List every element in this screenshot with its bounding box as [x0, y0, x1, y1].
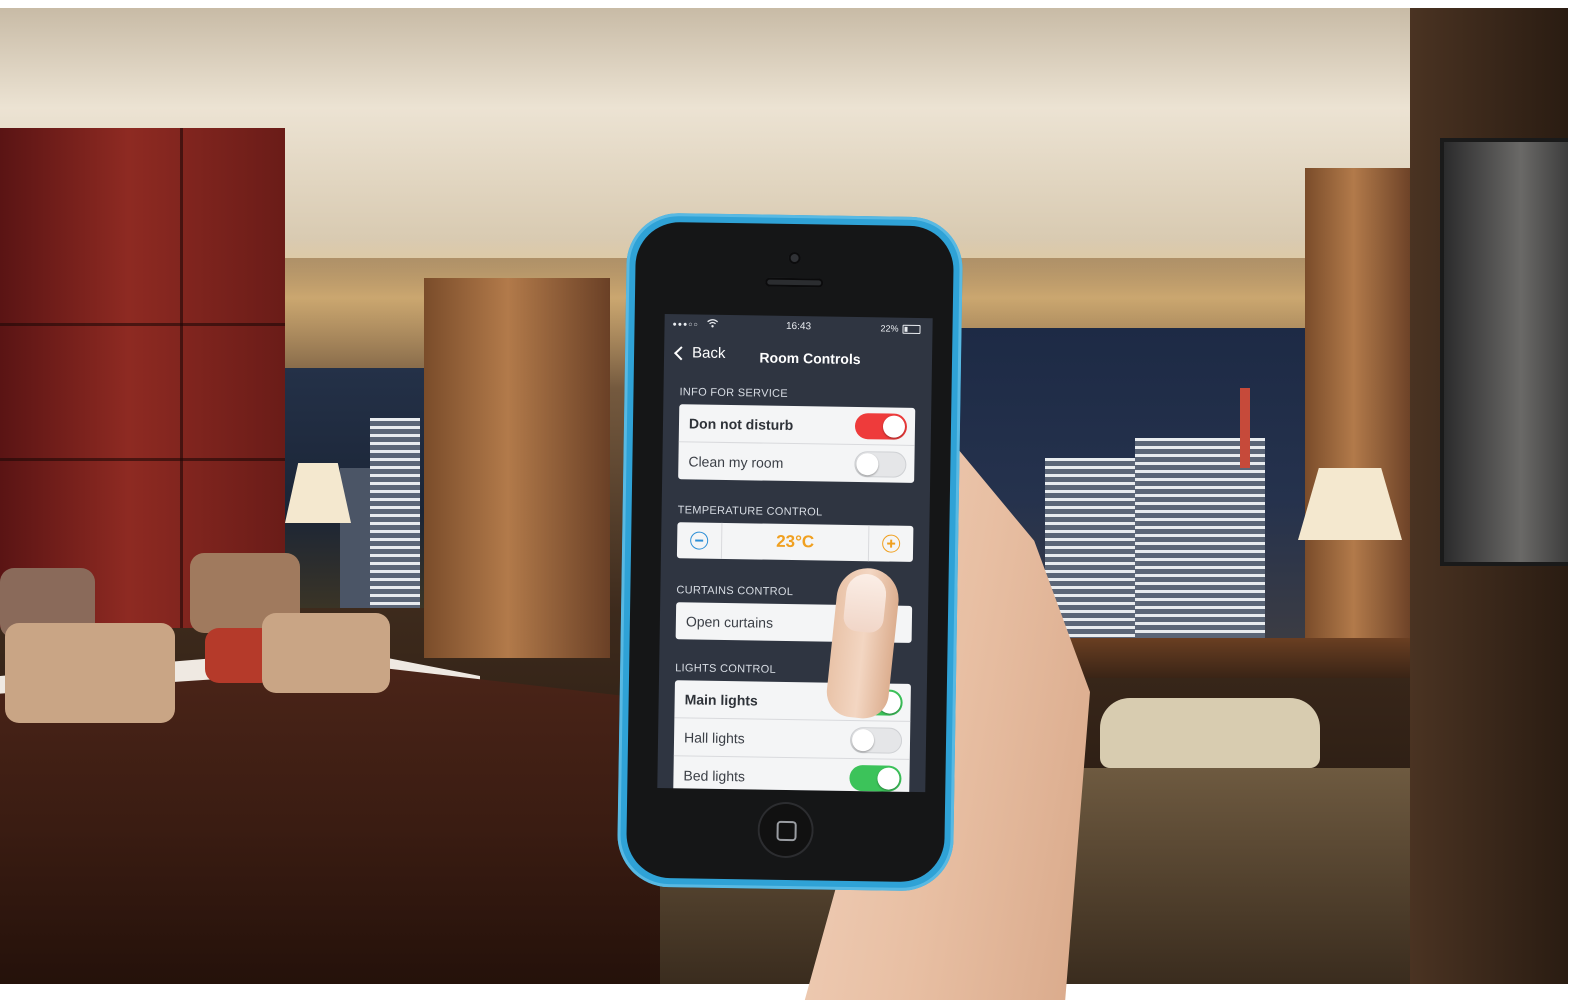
toggle-hall-lights[interactable] [849, 726, 903, 754]
pillow [262, 613, 390, 693]
phone: ●●●○○ 16:43 22% Back Room Controls INFO … [616, 212, 964, 892]
toggle-bed-lights[interactable] [849, 764, 902, 792]
wood-pillar-right [1305, 168, 1413, 648]
row-do-not-disturb: Don not disturb [678, 404, 916, 446]
row-bed-lights: Bed lights [673, 756, 910, 792]
service-group: Don not disturb Clean my room [678, 404, 916, 483]
phone-front: ●●●○○ 16:43 22% Back Room Controls INFO … [625, 221, 955, 883]
television [1440, 138, 1568, 566]
battery-percentage: 22% [880, 323, 899, 334]
home-button[interactable] [757, 801, 815, 859]
section-label-temperature: TEMPERATURE CONTROL [677, 504, 823, 519]
row-clean-my-room: Clean my room [678, 442, 915, 483]
row-label: Hall lights [683, 728, 745, 746]
toggle-clean-my-room[interactable] [854, 451, 907, 478]
section-label-curtains: CURTAINS CONTROL [676, 584, 794, 599]
row-label: Don not disturb [688, 414, 794, 433]
toggle-do-not-disturb[interactable] [854, 413, 908, 440]
app-screen: ●●●○○ 16:43 22% Back Room Controls INFO … [657, 314, 933, 793]
row-label: Main lights [684, 690, 758, 709]
status-bar: ●●●○○ 16:43 22% [664, 314, 932, 338]
wood-pillar-left [424, 278, 610, 658]
temperature-stepper: 23°C [676, 522, 914, 562]
pillow [5, 623, 175, 723]
earpiece-speaker [765, 277, 824, 288]
home-button-icon [776, 820, 797, 842]
temperature-value: 23°C [776, 531, 815, 552]
row-label: Clean my room [688, 452, 784, 471]
front-camera-icon [788, 251, 801, 265]
minus-circle-icon [690, 531, 709, 550]
section-label-service: INFO FOR SERVICE [679, 386, 789, 400]
row-hall-lights: Hall lights [673, 718, 911, 760]
section-label-lights: LIGHTS CONTROL [675, 662, 777, 676]
decrease-temperature-button[interactable] [676, 522, 723, 559]
plus-circle-icon [882, 534, 901, 553]
office-chair [1100, 698, 1320, 768]
increase-temperature-button[interactable] [867, 525, 914, 562]
row-label: Open curtains [685, 612, 774, 631]
navigation-bar: Back Room Controls [664, 338, 932, 374]
row-label: Bed lights [683, 766, 746, 784]
desk [1030, 638, 1410, 678]
battery-icon [902, 324, 921, 335]
page-title: Room Controls [759, 349, 861, 368]
